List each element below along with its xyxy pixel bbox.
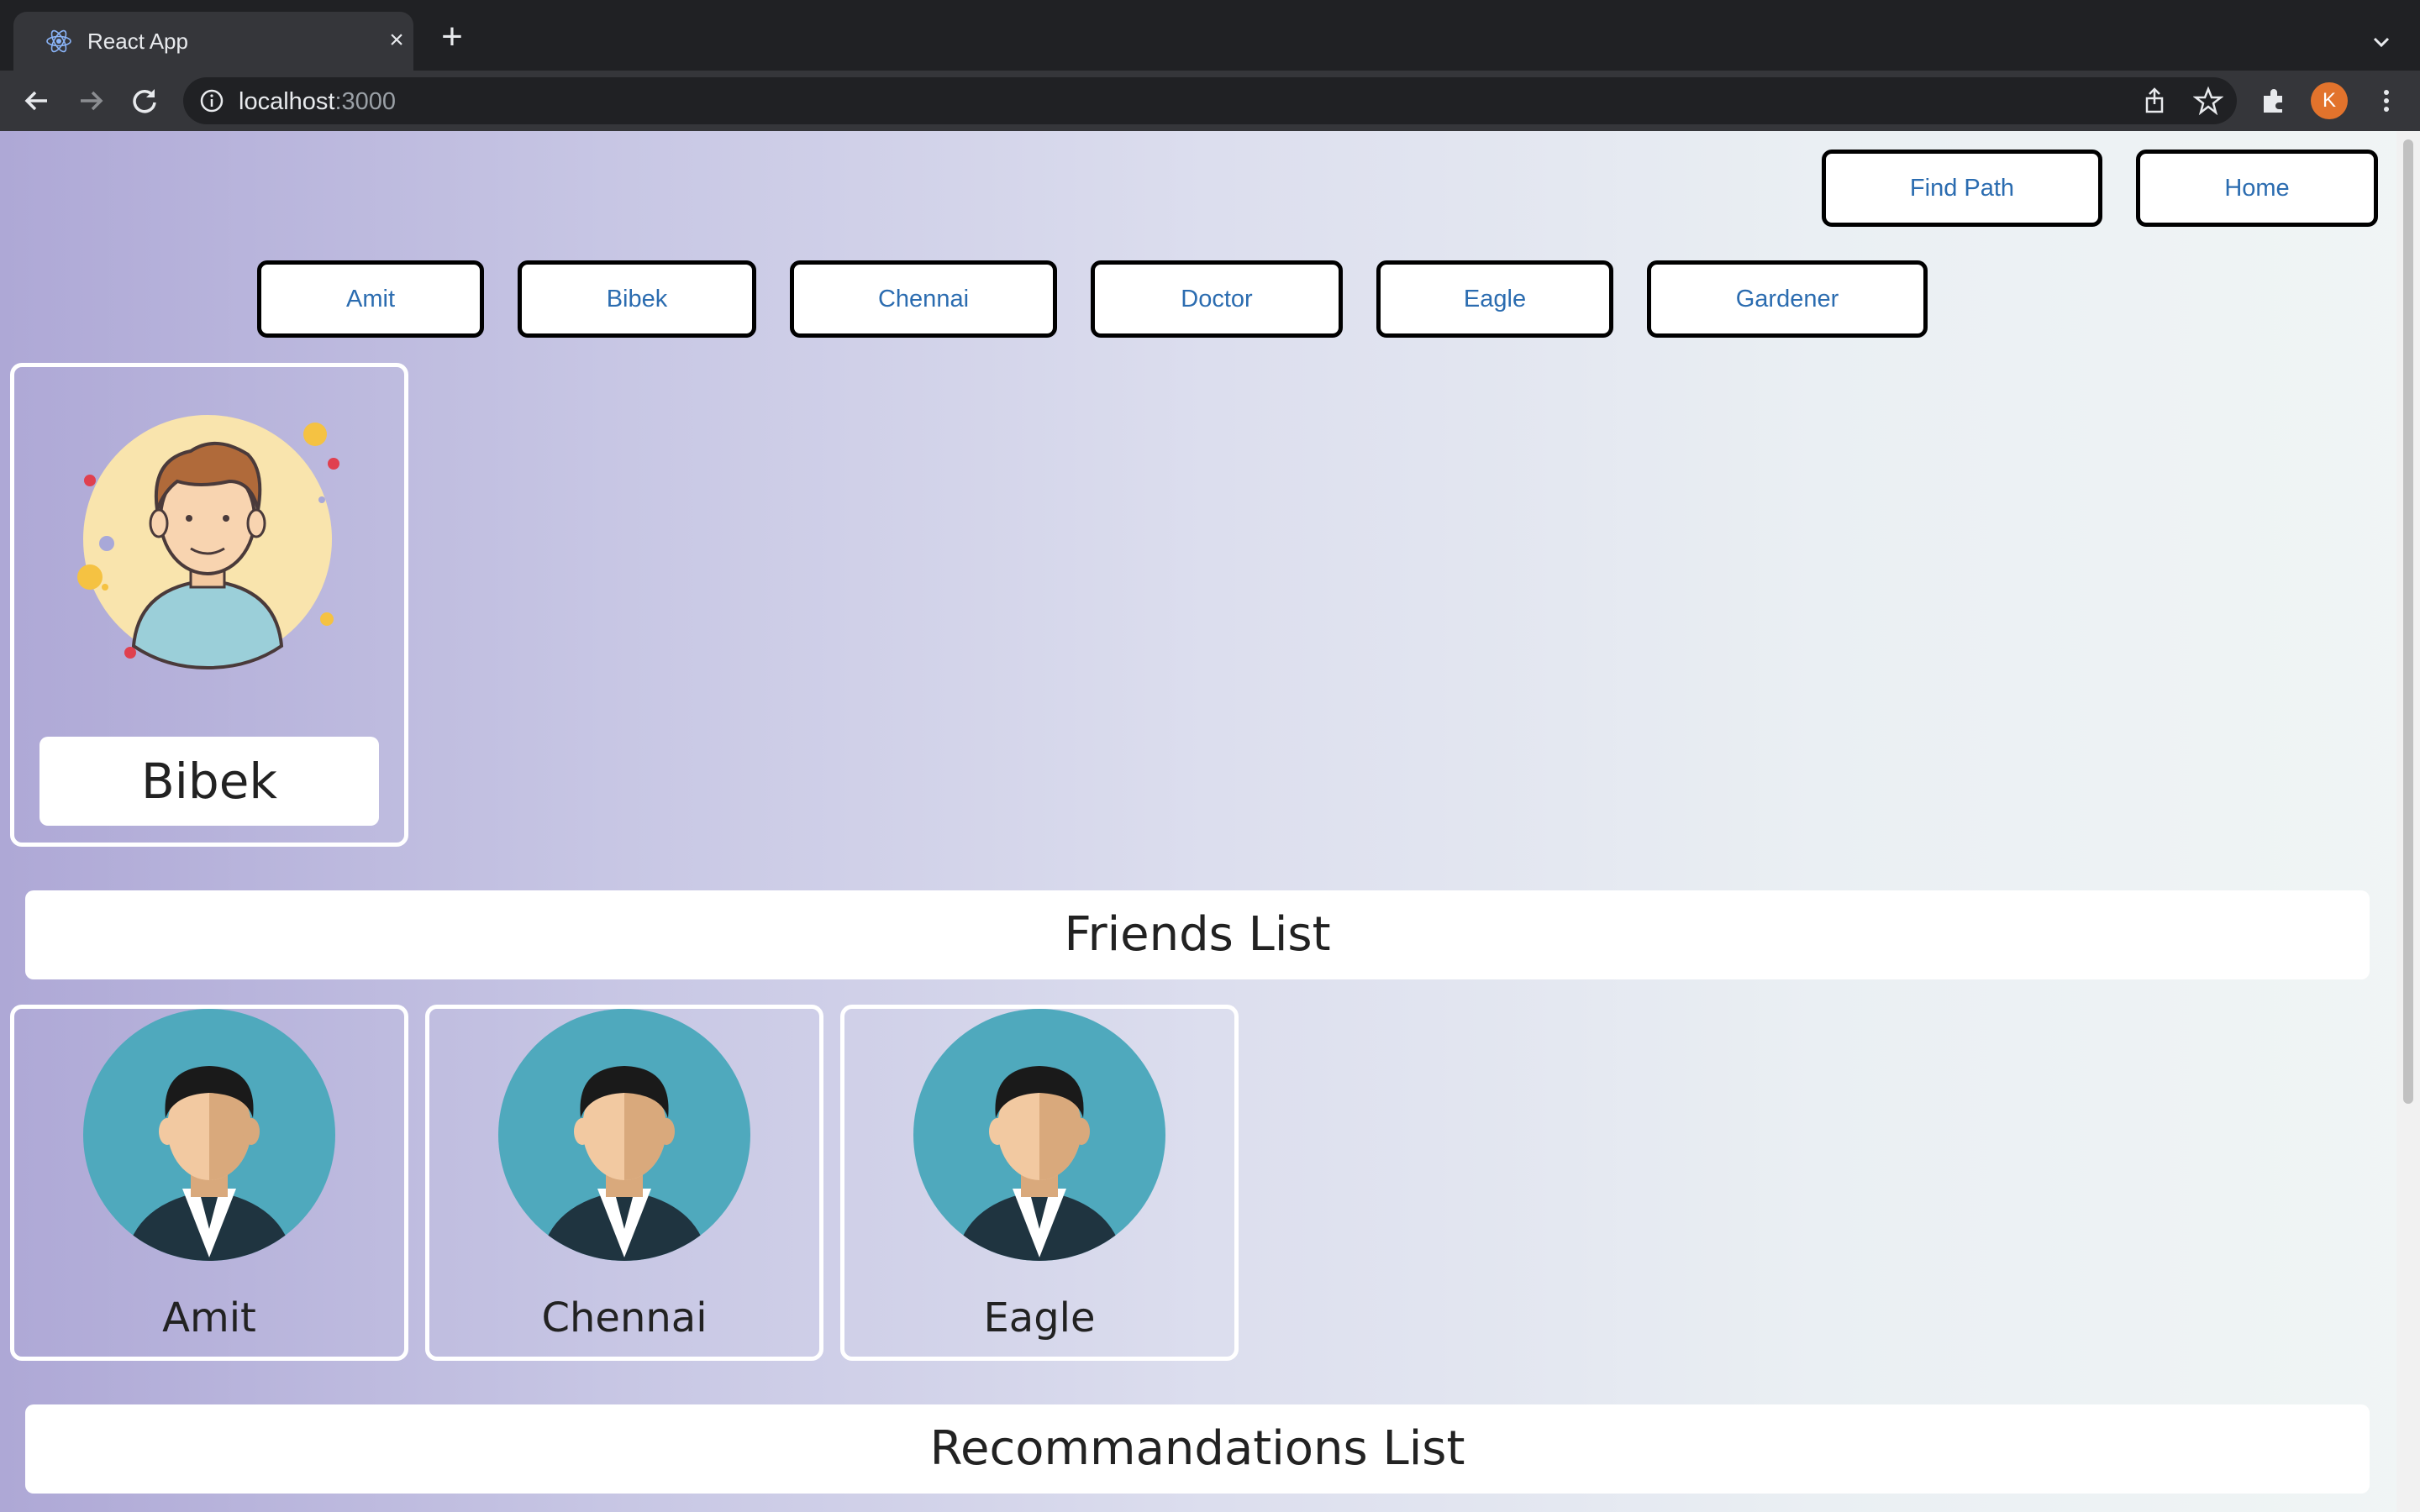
person-button-doctor[interactable]: Doctor bbox=[1091, 260, 1343, 338]
url-host: localhost bbox=[239, 88, 335, 115]
businessman-avatar bbox=[83, 1009, 335, 1261]
extensions-puzzle-icon[interactable] bbox=[2259, 86, 2289, 116]
browser-toolbar: localhost:3000 K bbox=[0, 71, 2420, 131]
find-path-button[interactable]: Find Path bbox=[1822, 150, 2102, 227]
home-button[interactable]: Home bbox=[2136, 150, 2378, 227]
browser-tab[interactable]: React App × bbox=[13, 12, 413, 71]
bookmark-star-icon[interactable] bbox=[2193, 86, 2223, 116]
tab-title: React App bbox=[87, 29, 188, 54]
page-viewport: Find Path Home Amit Bibek Chennai Doctor… bbox=[0, 131, 2420, 1512]
friend-card-amit[interactable]: Amit bbox=[10, 1005, 408, 1361]
share-icon[interactable] bbox=[2139, 86, 2170, 116]
scrollbar-thumb[interactable] bbox=[2403, 139, 2413, 1104]
profile-name: Bibek bbox=[39, 737, 379, 826]
url-port: :3000 bbox=[334, 88, 397, 115]
friends-list-title: Friends List bbox=[25, 890, 2370, 979]
forward-arrow-icon[interactable] bbox=[72, 82, 109, 119]
chevron-down-icon[interactable] bbox=[2368, 29, 2395, 55]
recommendations-list-title: Recommandations List bbox=[25, 1404, 2370, 1494]
friend-card-chennai[interactable]: Chennai bbox=[425, 1005, 823, 1361]
friend-card-eagle[interactable]: Eagle bbox=[840, 1005, 1239, 1361]
new-tab-icon[interactable]: + bbox=[437, 18, 467, 55]
reload-icon[interactable] bbox=[126, 82, 163, 119]
businessman-avatar bbox=[498, 1009, 750, 1261]
friend-name: Eagle bbox=[983, 1294, 1096, 1341]
page-scrollbar[interactable] bbox=[2396, 131, 2420, 1512]
businessman-avatar bbox=[913, 1009, 1165, 1261]
react-logo-icon bbox=[46, 29, 71, 53]
friend-name: Amit bbox=[162, 1294, 256, 1341]
friend-name: Chennai bbox=[541, 1294, 708, 1341]
info-icon[interactable] bbox=[198, 87, 225, 114]
back-arrow-icon[interactable] bbox=[18, 82, 55, 119]
person-button-gardener[interactable]: Gardener bbox=[1647, 260, 1928, 338]
browser-tab-bar: React App × + bbox=[0, 0, 2420, 71]
cartoon-man-avatar bbox=[77, 415, 339, 669]
person-button-amit[interactable]: Amit bbox=[257, 260, 484, 338]
url-text[interactable]: localhost:3000 bbox=[239, 88, 396, 116]
profile-avatar[interactable]: K bbox=[2311, 82, 2348, 119]
person-button-eagle[interactable]: Eagle bbox=[1376, 260, 1613, 338]
more-menu-icon[interactable] bbox=[2371, 86, 2402, 116]
address-bar[interactable]: localhost:3000 bbox=[183, 77, 2237, 124]
close-tab-icon[interactable]: × bbox=[383, 27, 410, 54]
profile-card[interactable]: Bibek bbox=[10, 363, 408, 847]
person-button-chennai[interactable]: Chennai bbox=[790, 260, 1057, 338]
person-button-bibek[interactable]: Bibek bbox=[518, 260, 756, 338]
